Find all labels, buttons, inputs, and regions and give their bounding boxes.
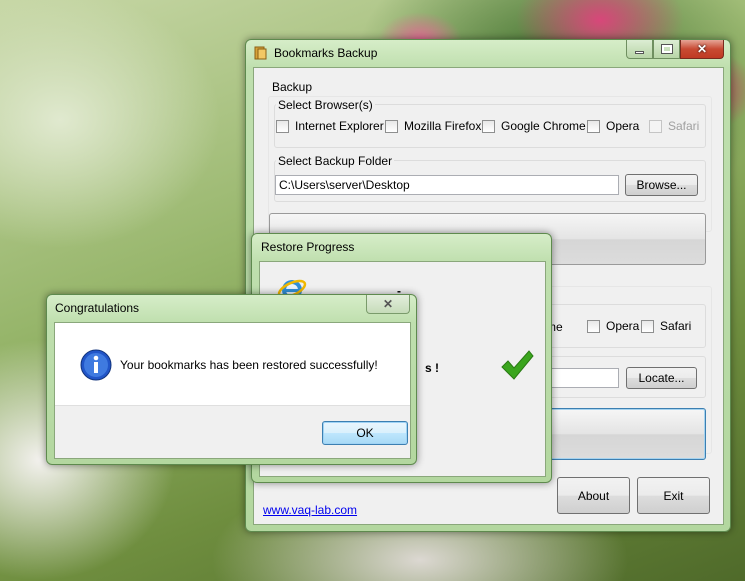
progress-status-fragment: s ! xyxy=(425,361,440,375)
main-titlebar[interactable]: Bookmarks Backup ✕ xyxy=(246,40,730,66)
checkbox-label: Mozilla Firefox xyxy=(404,119,482,133)
checkbox-mozilla-firefox[interactable]: Mozilla Firefox xyxy=(385,119,481,133)
checkbox-opera[interactable]: Opera xyxy=(587,119,639,133)
checkbox-label: Opera xyxy=(606,319,640,333)
restore-checkbox-safari[interactable]: Safari xyxy=(641,319,691,333)
checkbox-box[interactable] xyxy=(276,119,289,133)
congrats-client-area: Your bookmarks has been restored success… xyxy=(54,322,411,459)
check-icon xyxy=(501,350,534,380)
checkbox-box[interactable] xyxy=(482,119,495,133)
checkbox-label: Safari xyxy=(668,119,700,133)
congrats-titlebar[interactable]: Congratulations ✕ xyxy=(47,295,416,321)
checkbox-box[interactable] xyxy=(385,119,398,133)
locate-button[interactable]: Locate... xyxy=(626,367,697,389)
backup-folder-input[interactable]: C:\Users\server\Desktop xyxy=(275,175,619,195)
main-window-title: Bookmarks Backup xyxy=(274,46,378,60)
select-folder-label: Select Backup Folder xyxy=(276,154,395,168)
message-area: Your bookmarks has been restored success… xyxy=(55,323,410,406)
close-icon: ✕ xyxy=(382,297,394,311)
checkbox-box[interactable] xyxy=(641,319,654,333)
folder-icon xyxy=(254,46,267,60)
dialog-close-button[interactable]: ✕ xyxy=(366,295,410,314)
minimize-button[interactable] xyxy=(626,40,653,59)
restore-checkbox-opera[interactable]: Opera xyxy=(587,319,639,333)
close-button[interactable]: ✕ xyxy=(680,40,724,59)
restore-folder-input[interactable] xyxy=(544,368,619,388)
checkbox-label: Opera xyxy=(606,119,640,133)
website-link[interactable]: www.vaq-lab.com xyxy=(263,503,357,517)
checkbox-label: Google Chrome xyxy=(501,119,586,133)
progress-titlebar[interactable]: Restore Progress xyxy=(252,234,551,260)
maximize-button[interactable] xyxy=(653,40,680,59)
backup-section-label: Backup xyxy=(272,80,313,94)
ok-button[interactable]: OK xyxy=(322,421,408,445)
maximize-icon xyxy=(660,44,673,54)
checkbox-safari: Safari xyxy=(649,119,699,133)
close-icon: ✕ xyxy=(696,42,708,56)
exit-button[interactable]: Exit xyxy=(637,477,710,514)
congratulations-dialog: Congratulations ✕ Your bookmarks has bee… xyxy=(46,294,417,465)
about-button[interactable]: About xyxy=(557,477,630,514)
congrats-title: Congratulations xyxy=(55,301,140,315)
checkbox-google-chrome[interactable]: Google Chrome xyxy=(482,119,586,133)
select-browsers-label: Select Browser(s) xyxy=(276,98,375,112)
checkbox-box[interactable] xyxy=(587,319,600,333)
minimize-icon xyxy=(635,50,644,54)
checkbox-label: Internet Explorer xyxy=(295,119,384,133)
info-icon xyxy=(80,349,112,381)
checkbox-label: Safari xyxy=(660,319,692,333)
checkbox-box xyxy=(649,119,662,133)
checkbox-internet-explorer[interactable]: Internet Explorer xyxy=(276,119,384,133)
dialog-message: Your bookmarks has been restored success… xyxy=(120,358,378,372)
browse-button[interactable]: Browse... xyxy=(625,174,698,196)
checkbox-box[interactable] xyxy=(587,119,600,133)
progress-window-title: Restore Progress xyxy=(261,240,355,254)
